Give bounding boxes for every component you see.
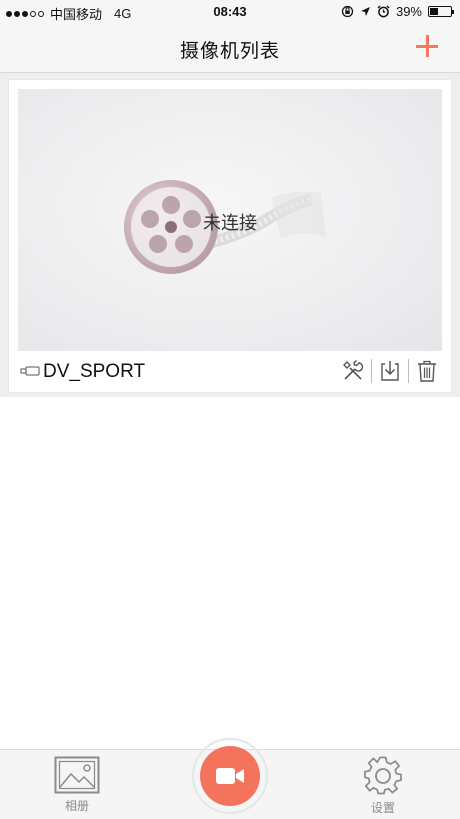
camera-footer: DV_SPORT: [18, 351, 442, 392]
video-camera-icon[interactable]: [215, 765, 245, 787]
camera-name: DV_SPORT: [43, 361, 146, 382]
download-icon[interactable]: [378, 359, 402, 383]
action-divider: [408, 359, 409, 383]
battery-icon: [428, 6, 454, 17]
tab-settings-label: 设置: [370, 801, 395, 815]
page-title: 摄像机列表: [179, 41, 280, 62]
tools-icon[interactable]: [341, 359, 365, 383]
rotation-lock-icon: [341, 5, 354, 18]
status-bar: 中国移动 4G 08:43 39%: [0, 0, 460, 24]
download-button[interactable]: [377, 358, 403, 384]
tab-album[interactable]: 相册: [42, 756, 112, 814]
nav-bar: 摄像机列表: [0, 24, 460, 73]
camera-device-icon: [20, 366, 40, 376]
settings-tool-button[interactable]: [340, 358, 366, 384]
connection-status: 未连接: [203, 213, 257, 233]
trash-icon[interactable]: [415, 359, 439, 383]
camera-actions: [340, 358, 440, 384]
camera-list: 未连接 DV_SPORT: [0, 73, 460, 397]
location-arrow-icon: [360, 7, 370, 16]
action-divider: [371, 359, 372, 383]
alarm-icon: [377, 5, 390, 18]
camera-preview[interactable]: 未连接: [18, 89, 442, 351]
tab-album-label: 相册: [64, 799, 89, 813]
gear-icon[interactable]: [363, 756, 403, 796]
record-button[interactable]: [200, 746, 260, 806]
status-right: 39%: [341, 4, 454, 19]
tab-settings[interactable]: 设置: [348, 756, 418, 816]
photo-album-icon[interactable]: [54, 756, 100, 794]
camera-card: 未连接 DV_SPORT: [9, 80, 451, 392]
delete-button[interactable]: [414, 358, 440, 384]
battery-percent: 39%: [395, 4, 422, 19]
add-camera-button[interactable]: [416, 34, 442, 60]
